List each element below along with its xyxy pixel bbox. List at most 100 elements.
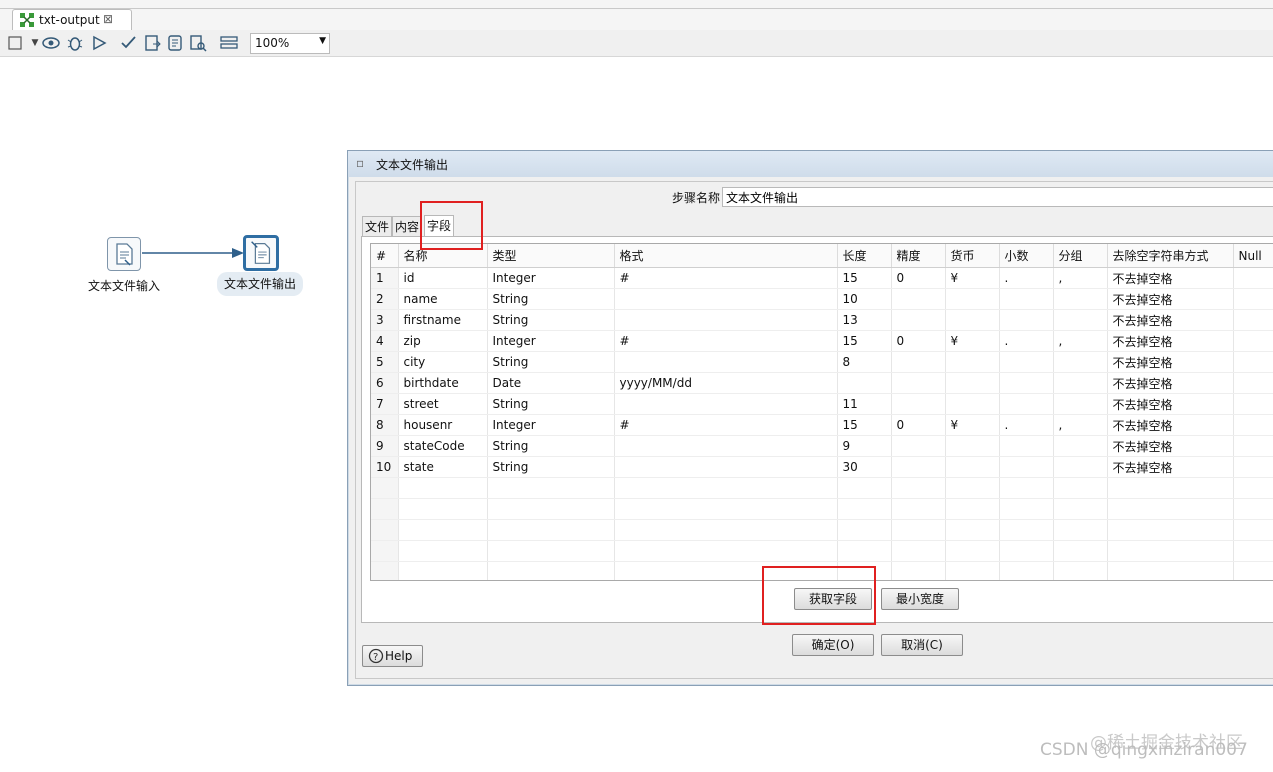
- table-cell[interactable]: Integer: [487, 267, 615, 289]
- table-cell[interactable]: [1053, 351, 1108, 373]
- table-cell[interactable]: 2: [371, 288, 399, 310]
- text-file-output-step[interactable]: [243, 235, 279, 271]
- table-cell[interactable]: [1233, 288, 1273, 310]
- table-cell[interactable]: 不去掉空格: [1107, 414, 1234, 436]
- table-cell[interactable]: [945, 456, 1000, 478]
- column-header[interactable]: Null: [1233, 244, 1273, 268]
- column-header[interactable]: 格式: [614, 244, 838, 268]
- table-cell[interactable]: yyyy/MM/dd: [614, 372, 838, 394]
- table-cell[interactable]: 10: [837, 288, 892, 310]
- table-cell[interactable]: 13: [837, 309, 892, 331]
- table-cell[interactable]: [614, 288, 838, 310]
- table-cell[interactable]: 9: [837, 435, 892, 457]
- table-row[interactable]: 1 id Integer #15 0 ¥., 不去掉空格: [371, 267, 1273, 289]
- table-cell[interactable]: state: [398, 456, 488, 478]
- table-cell[interactable]: ,: [1053, 267, 1108, 289]
- table-cell[interactable]: String: [487, 456, 615, 478]
- table-row[interactable]: 5 city String 8 不去掉空格: [371, 351, 1273, 373]
- table-cell[interactable]: stateCode: [398, 435, 488, 457]
- table-row[interactable]: 4 zip Integer #15 0 ¥., 不去掉空格: [371, 330, 1273, 352]
- table-cell[interactable]: .: [999, 414, 1054, 436]
- preview-icon[interactable]: [42, 34, 60, 52]
- table-cell[interactable]: #: [614, 330, 838, 352]
- table-cell[interactable]: [999, 288, 1054, 310]
- table-cell[interactable]: 11: [837, 393, 892, 415]
- table-cell[interactable]: 15: [837, 330, 892, 352]
- table-cell[interactable]: ¥: [945, 414, 1000, 436]
- table-row[interactable]: 10 state String 30 不去掉空格: [371, 456, 1273, 478]
- table-cell[interactable]: 8: [371, 414, 399, 436]
- table-cell[interactable]: ,: [1053, 414, 1108, 436]
- table-cell[interactable]: [1233, 372, 1273, 394]
- table-cell[interactable]: 6: [371, 372, 399, 394]
- table-cell[interactable]: String: [487, 393, 615, 415]
- table-row[interactable]: 9 stateCode String 9 不去掉空格: [371, 435, 1273, 457]
- help-button[interactable]: ? Help: [362, 645, 423, 667]
- table-cell[interactable]: [1233, 456, 1273, 478]
- table-cell[interactable]: [891, 351, 946, 373]
- table-cell[interactable]: ,: [1053, 330, 1108, 352]
- table-cell[interactable]: 不去掉空格: [1107, 288, 1234, 310]
- table-cell[interactable]: [614, 393, 838, 415]
- column-header[interactable]: 货币: [945, 244, 1000, 268]
- table-cell[interactable]: 4: [371, 330, 399, 352]
- table-row[interactable]: 7 street String 11 不去掉空格: [371, 393, 1273, 415]
- column-header[interactable]: 小数: [999, 244, 1054, 268]
- replay-icon[interactable]: [90, 34, 108, 52]
- table-row[interactable]: 6 birthdate Date yyyy/MM/dd 不去掉空格: [371, 372, 1273, 394]
- table-cell[interactable]: id: [398, 267, 488, 289]
- table-cell[interactable]: [945, 288, 1000, 310]
- table-cell[interactable]: 不去掉空格: [1107, 372, 1234, 394]
- table-cell[interactable]: 不去掉空格: [1107, 351, 1234, 373]
- table-cell[interactable]: 30: [837, 456, 892, 478]
- table-cell[interactable]: String: [487, 351, 615, 373]
- table-cell[interactable]: .: [999, 330, 1054, 352]
- table-cell[interactable]: [999, 309, 1054, 331]
- table-cell[interactable]: 7: [371, 393, 399, 415]
- table-cell[interactable]: [945, 372, 1000, 394]
- cancel-button[interactable]: 取消(C): [881, 634, 963, 656]
- table-cell[interactable]: 15: [837, 414, 892, 436]
- table-cell[interactable]: [1053, 372, 1108, 394]
- table-cell[interactable]: 不去掉空格: [1107, 393, 1234, 415]
- column-header[interactable]: 去除空字符串方式: [1107, 244, 1234, 268]
- table-cell[interactable]: [999, 351, 1054, 373]
- table-cell[interactable]: Date: [487, 372, 615, 394]
- table-cell[interactable]: [614, 435, 838, 457]
- column-header[interactable]: 分组: [1053, 244, 1108, 268]
- table-cell[interactable]: [1053, 288, 1108, 310]
- table-cell[interactable]: [891, 435, 946, 457]
- debug-icon[interactable]: [66, 34, 84, 52]
- table-cell[interactable]: String: [487, 435, 615, 457]
- column-header[interactable]: 长度: [837, 244, 892, 268]
- table-row[interactable]: 3 firstname String 13 不去掉空格: [371, 309, 1273, 331]
- table-cell[interactable]: 0: [891, 330, 946, 352]
- table-cell[interactable]: 0: [891, 267, 946, 289]
- stop-icon[interactable]: [6, 34, 24, 52]
- table-cell[interactable]: [1233, 330, 1273, 352]
- table-cell[interactable]: [614, 456, 838, 478]
- text-file-input-step[interactable]: [107, 237, 141, 271]
- impact-icon[interactable]: [144, 34, 162, 52]
- table-cell[interactable]: Integer: [487, 414, 615, 436]
- table-cell[interactable]: 15: [837, 267, 892, 289]
- table-cell[interactable]: 不去掉空格: [1107, 309, 1234, 331]
- table-cell[interactable]: [1233, 309, 1273, 331]
- table-cell[interactable]: [614, 309, 838, 331]
- min-width-button[interactable]: 最小宽度: [881, 588, 959, 610]
- table-cell[interactable]: [1233, 414, 1273, 436]
- tab-close-icon[interactable]: ⊠: [103, 12, 113, 26]
- table-cell[interactable]: [999, 372, 1054, 394]
- table-cell[interactable]: [1053, 435, 1108, 457]
- sql-icon[interactable]: [166, 34, 184, 52]
- table-cell[interactable]: [945, 309, 1000, 331]
- table-cell[interactable]: birthdate: [398, 372, 488, 394]
- table-cell[interactable]: [891, 309, 946, 331]
- table-cell[interactable]: ¥: [945, 267, 1000, 289]
- table-cell[interactable]: 5: [371, 351, 399, 373]
- column-header[interactable]: #: [371, 244, 399, 268]
- table-cell[interactable]: 不去掉空格: [1107, 456, 1234, 478]
- zoom-select[interactable]: 100% ▼: [250, 33, 330, 54]
- table-cell[interactable]: [999, 393, 1054, 415]
- layout-icon[interactable]: [220, 34, 238, 52]
